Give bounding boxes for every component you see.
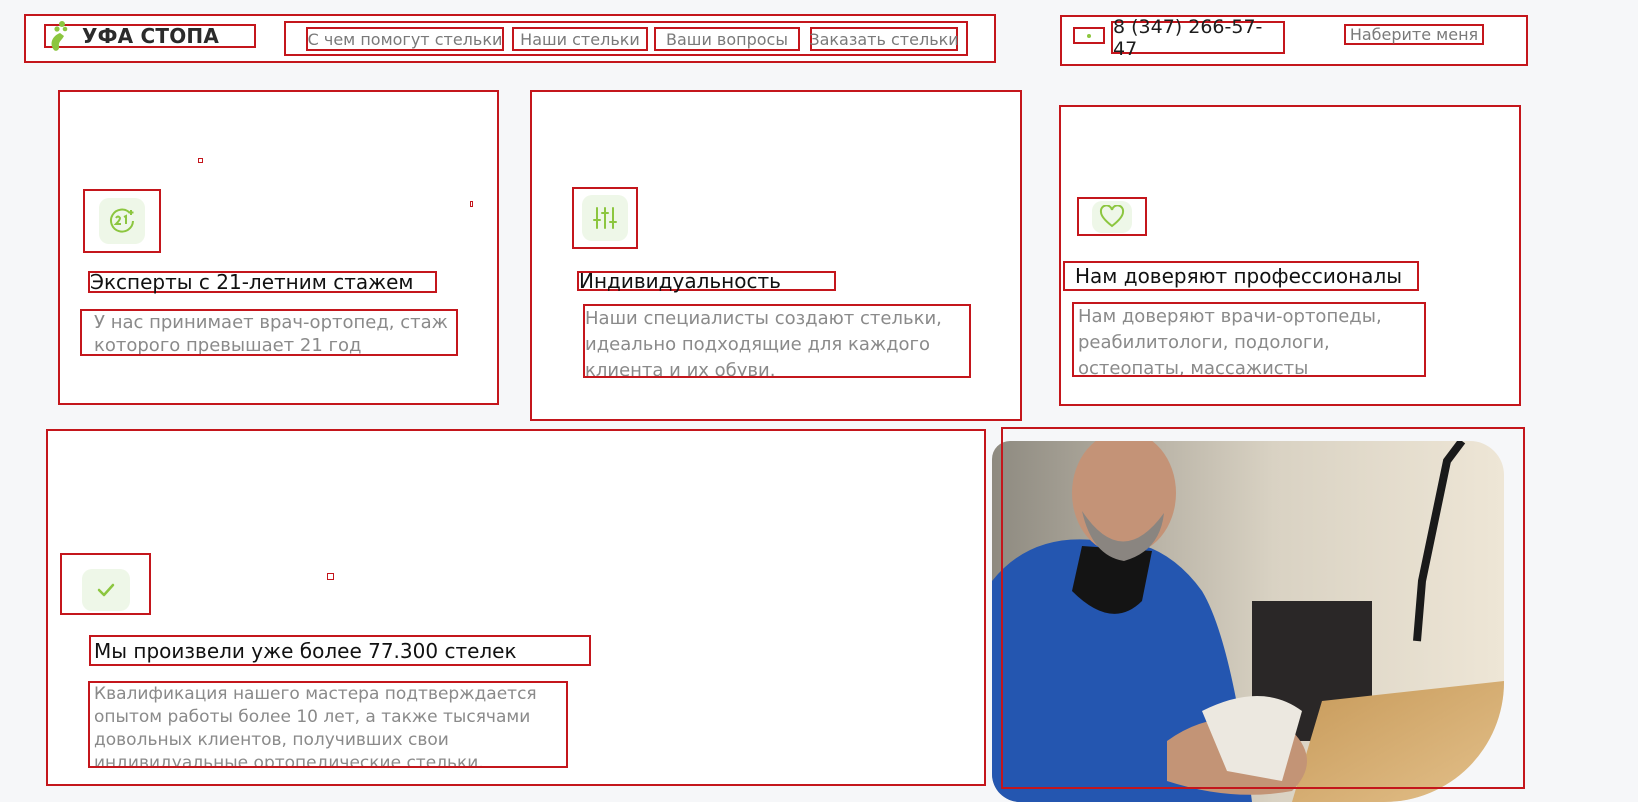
check-icon	[97, 583, 114, 597]
callback-button[interactable]: Наберите меня	[1344, 24, 1484, 45]
photo-frame	[1001, 427, 1525, 789]
feature-icon-frame	[572, 187, 638, 249]
feature-title: Нам доверяют профессионалы	[1063, 261, 1419, 291]
feature-title: Эксперты с 21-летним стажем	[88, 270, 437, 294]
decor-marker	[198, 158, 203, 163]
nav-item-faq[interactable]: Ваши вопросы	[654, 27, 800, 51]
feature-icon-frame	[83, 189, 161, 253]
decor-marker	[327, 573, 334, 580]
nav-item-insoles-help[interactable]: С чем помогут стельки	[306, 27, 504, 51]
logo[interactable]: УФА СТОПА	[44, 21, 256, 51]
feature-title: Мы произвели уже более 77.300 стелек	[89, 635, 591, 666]
feature-description: Наши специалисты создают стельки, идеаль…	[583, 304, 971, 378]
feature-title: Индивидуальность	[577, 269, 836, 293]
badge-21-icon	[110, 208, 134, 233]
main-nav: С чем помогут стельки Наши стельки Ваши …	[284, 21, 968, 56]
decor-marker	[470, 201, 473, 207]
nav-item-order[interactable]: Заказать стельки	[809, 27, 959, 51]
phone-number-link[interactable]: 8 (347) 266-57-47	[1111, 16, 1285, 60]
feature-description: Нам доверяют врачи-ортопеды, реабилитоло…	[1072, 302, 1426, 377]
feature-icon-frame	[1077, 197, 1147, 236]
nav-item-our-insoles[interactable]: Наши стельки	[512, 27, 648, 51]
brand-name: УФА СТОПА	[82, 24, 220, 48]
feature-icon-frame	[60, 553, 151, 615]
foot-logo-icon	[51, 21, 68, 51]
phone-icon	[1073, 27, 1105, 44]
feature-description: Квалификация нашего мастера подтверждает…	[88, 681, 568, 768]
feature-description: У нас принимает врач-ортопед, стаж котор…	[80, 309, 458, 356]
heart-icon	[1099, 204, 1125, 227]
sliders-icon	[593, 207, 617, 229]
